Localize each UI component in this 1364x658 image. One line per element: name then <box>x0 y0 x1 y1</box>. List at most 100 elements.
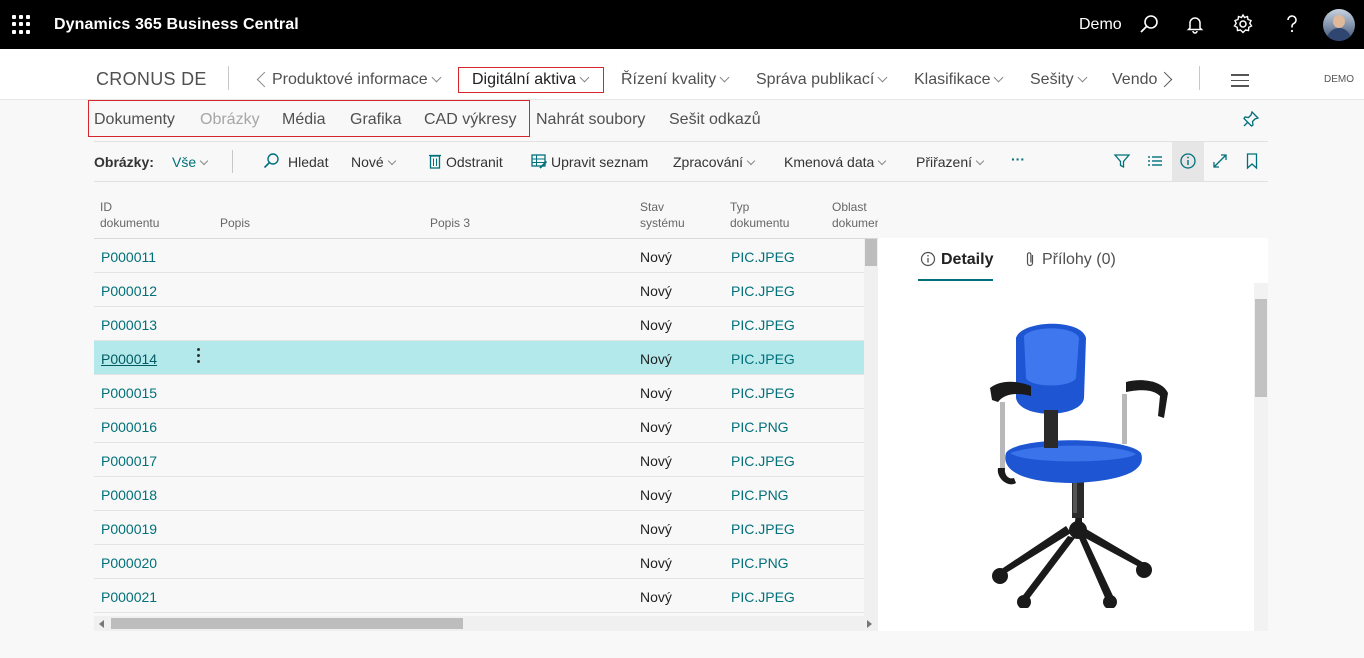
search-icon[interactable] <box>1137 12 1161 36</box>
filter-dropdown[interactable]: Vše <box>172 154 209 170</box>
nav-company-name[interactable]: CRONUS DE <box>96 69 207 90</box>
info-icon[interactable] <box>1179 152 1197 170</box>
document-type-cell[interactable]: PIC.JPEG <box>731 589 795 605</box>
factbox-scroll-thumb[interactable] <box>1255 299 1267 397</box>
document-id-link[interactable]: P000015 <box>101 385 157 401</box>
more-options-button[interactable]: ··· <box>1011 151 1025 167</box>
nav-item-klasifikace[interactable]: Klasifikace <box>914 71 1004 89</box>
subtab-sesit-odkazu[interactable]: Sešit odkazů <box>669 111 761 129</box>
avatar[interactable] <box>1323 9 1355 41</box>
document-type-cell[interactable]: PIC.JPEG <box>731 249 795 265</box>
assignment-label: Přiřazení <box>916 154 973 170</box>
search-icon[interactable] <box>262 152 280 170</box>
document-id-link[interactable]: P000013 <box>101 317 157 333</box>
table-row[interactable]: P000011 Nový PIC.JPEG <box>94 239 864 273</box>
column-header-typ[interactable]: Typ dokumentu <box>730 199 789 231</box>
table-row[interactable]: P000021 Nový PIC.JPEG <box>94 579 864 613</box>
table-row[interactable]: P000016 Nový PIC.PNG <box>94 409 864 443</box>
edit-list-icon[interactable] <box>530 152 548 170</box>
office-chair-image <box>990 323 1168 608</box>
table-row[interactable]: P000012 Nový PIC.JPEG <box>94 273 864 307</box>
nav-item-rizeni-kvality[interactable]: Řízení kvality <box>621 71 730 89</box>
trash-icon[interactable] <box>426 152 444 170</box>
highlight-box-nav <box>458 67 604 93</box>
chevron-down-icon <box>994 72 1004 83</box>
table-row[interactable]: P000013 Nový PIC.JPEG <box>94 307 864 341</box>
gear-icon[interactable] <box>1231 12 1255 36</box>
process-label: Zpracování <box>673 154 744 170</box>
nav-item-sprava-publikaci[interactable]: Správa publikací <box>756 71 888 89</box>
paperclip-icon <box>1026 252 1034 267</box>
company-name[interactable]: Demo <box>1079 16 1122 34</box>
waffle-icon[interactable] <box>12 15 31 34</box>
scroll-right-icon[interactable] <box>1156 71 1173 88</box>
document-type-cell[interactable]: PIC.PNG <box>731 487 789 503</box>
document-id-link[interactable]: P000012 <box>101 283 157 299</box>
subtab-nahrat-soubory[interactable]: Nahrát soubory <box>536 111 645 129</box>
app-title[interactable]: Dynamics 365 Business Central <box>54 16 299 34</box>
search-button[interactable]: Hledat <box>288 154 328 170</box>
document-type-cell[interactable]: PIC.JPEG <box>731 283 795 299</box>
document-id-link[interactable]: P000021 <box>101 589 157 605</box>
master-data-menu[interactable]: Kmenová data <box>784 154 887 170</box>
header-line-2: dokumentu <box>100 216 160 230</box>
table-row[interactable]: P000017 Nový PIC.JPEG <box>94 443 864 477</box>
column-header-popis3[interactable]: Popis 3 <box>430 215 470 231</box>
horizontal-scroll-thumb[interactable] <box>111 618 463 629</box>
table-row-selected[interactable]: P000014 Nový PIC.JPEG <box>94 341 864 375</box>
document-type-cell[interactable]: PIC.PNG <box>731 419 789 435</box>
factbox-tab-attachments[interactable]: Přílohy (0) <box>1042 251 1116 269</box>
column-header-popis[interactable]: Popis <box>220 215 250 231</box>
header-line-2: systému <box>640 216 685 230</box>
bell-icon[interactable] <box>1183 12 1207 36</box>
document-type-cell[interactable]: PIC.PNG <box>731 555 789 571</box>
table-row[interactable]: P000018 Nový PIC.PNG <box>94 477 864 511</box>
nav-item-produktove-informace[interactable]: Produktové informace <box>272 71 442 89</box>
scroll-left-icon[interactable] <box>256 71 273 88</box>
scroll-left-arrow-icon[interactable] <box>99 620 104 628</box>
document-id-link[interactable]: P000018 <box>101 487 157 503</box>
column-header-oblast[interactable]: Oblast dokumen <box>832 199 878 231</box>
status-cell: Nový <box>640 317 672 333</box>
menu-icon[interactable] <box>1231 74 1249 91</box>
process-menu[interactable]: Zpracování <box>673 154 756 170</box>
edit-list-button[interactable]: Upravit seznam <box>551 154 648 170</box>
expand-icon[interactable] <box>1211 152 1229 170</box>
column-header-stav[interactable]: Stav systému <box>640 199 685 231</box>
vertical-scroll-thumb[interactable] <box>865 239 877 266</box>
document-id-link[interactable]: P000020 <box>101 555 157 571</box>
nav-item-vendo[interactable]: Vendo <box>1112 71 1157 89</box>
row-actions-icon[interactable] <box>197 348 201 366</box>
list-view-icon[interactable] <box>1146 152 1164 170</box>
bookmark-icon[interactable] <box>1243 152 1261 170</box>
new-button[interactable]: Nové <box>351 154 396 170</box>
document-type-cell[interactable]: PIC.JPEG <box>731 521 795 537</box>
nav-item-label: Vendo <box>1112 71 1158 88</box>
document-id-link[interactable]: P000017 <box>101 453 157 469</box>
document-type-cell[interactable]: PIC.JPEG <box>731 385 795 401</box>
document-id-link[interactable]: P000016 <box>101 419 157 435</box>
table-row[interactable]: P000019 Nový PIC.JPEG <box>94 511 864 545</box>
vertical-scrollbar[interactable] <box>864 239 878 631</box>
document-id-link[interactable]: P000014 <box>101 351 157 367</box>
scroll-right-arrow-icon[interactable] <box>867 620 872 628</box>
assignment-menu[interactable]: Přiřazení <box>916 154 985 170</box>
chevron-down-icon <box>1077 72 1088 83</box>
pin-icon[interactable] <box>1242 110 1260 128</box>
help-icon[interactable] <box>1280 12 1304 36</box>
table-row[interactable]: P000020 Nový PIC.PNG <box>94 545 864 579</box>
nav-bar: CRONUS DE Produktové informace Digitální… <box>0 49 1364 100</box>
status-cell: Nový <box>640 351 672 367</box>
column-header-id[interactable]: ID dokumentu <box>100 199 159 231</box>
delete-button[interactable]: Odstranit <box>446 154 503 170</box>
document-type-cell[interactable]: PIC.JPEG <box>731 317 795 333</box>
document-type-cell[interactable]: PIC.JPEG <box>731 453 795 469</box>
document-id-link[interactable]: P000019 <box>101 521 157 537</box>
factbox-tab-details[interactable]: Detaily <box>941 251 993 269</box>
chevron-down-icon <box>431 72 442 83</box>
nav-item-sesity[interactable]: Sešity <box>1030 71 1088 89</box>
table-row[interactable]: P000015 Nový PIC.JPEG <box>94 375 864 409</box>
document-type-cell[interactable]: PIC.JPEG <box>731 351 795 367</box>
filter-icon[interactable] <box>1113 152 1131 170</box>
document-id-link[interactable]: P000011 <box>101 249 156 265</box>
